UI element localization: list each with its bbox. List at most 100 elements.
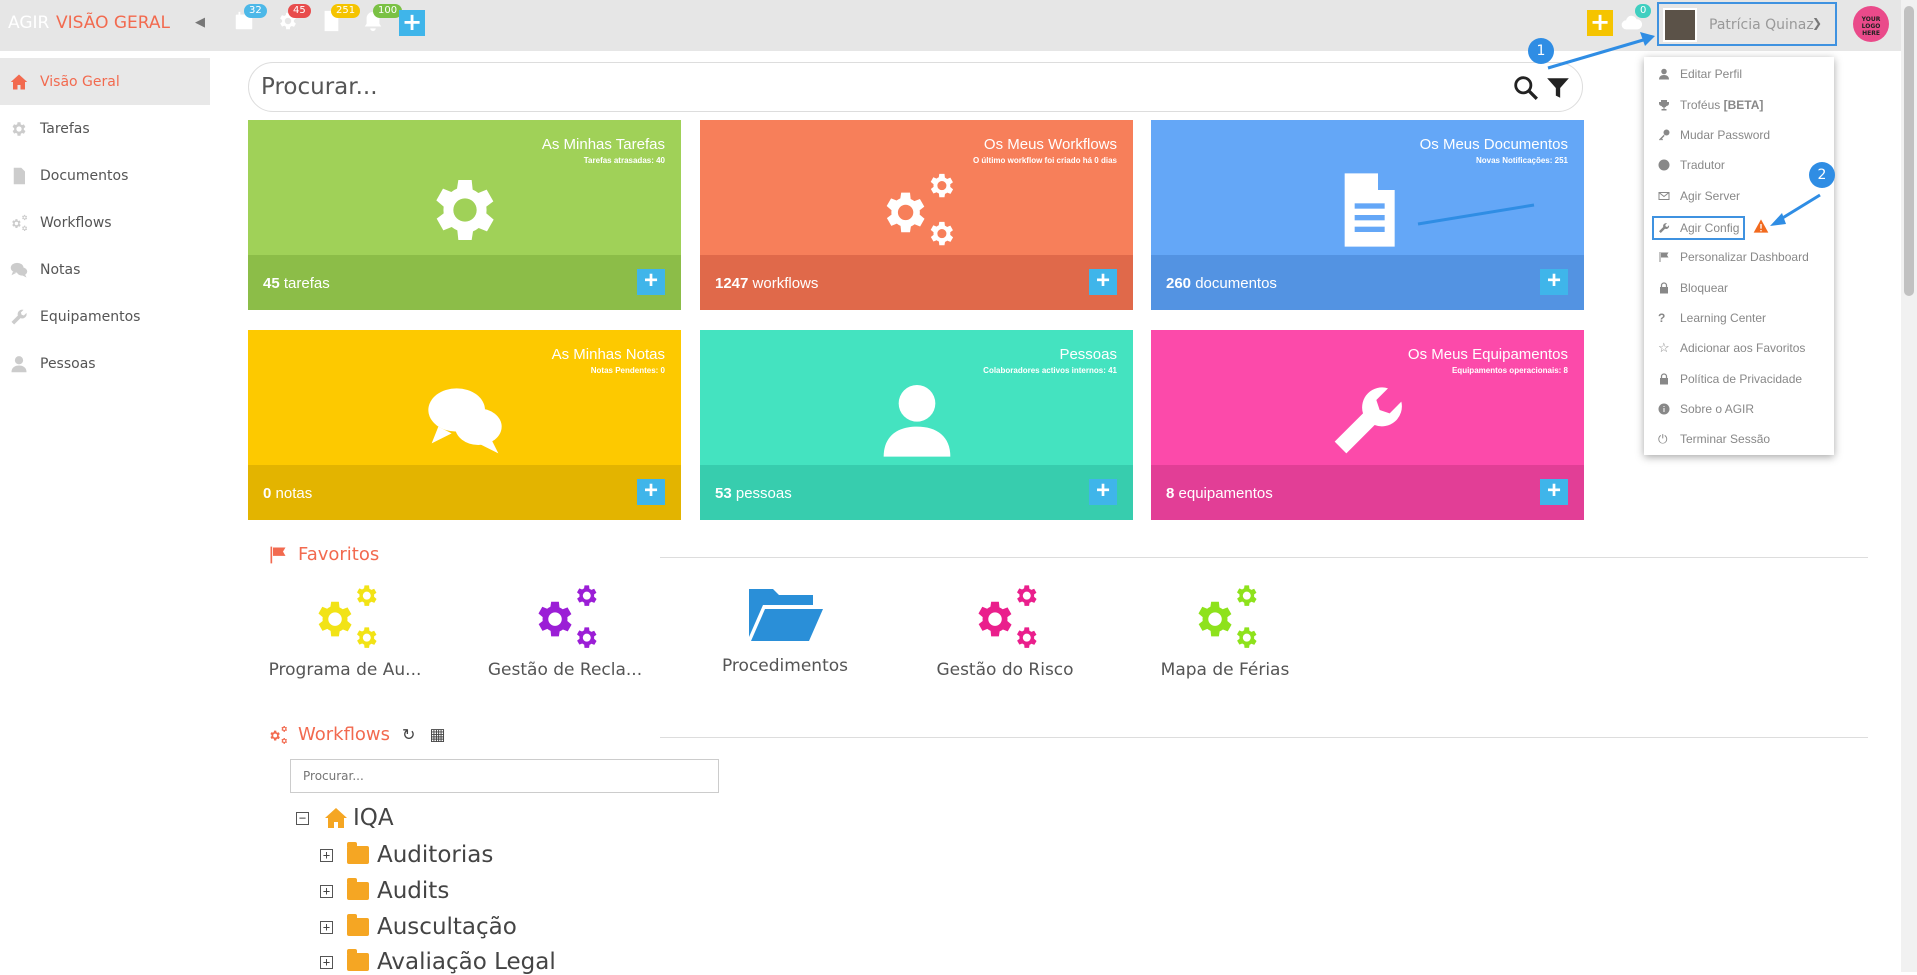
tile-tarefas[interactable]: As Minhas Tarefas Tarefas atrasadas: 40 … bbox=[248, 120, 681, 310]
menu-item-mudar-password[interactable]: Mudar Password bbox=[1658, 128, 1770, 142]
scrollbar-thumb[interactable] bbox=[1904, 6, 1914, 296]
wrench-icon bbox=[1328, 380, 1408, 460]
favorite-procedimentos[interactable]: Procedimentos bbox=[700, 578, 870, 676]
menu-item-terminar-sessao[interactable]: ⏻ Terminar Sessão bbox=[1658, 432, 1770, 446]
add-equipment-button[interactable]: + bbox=[1540, 479, 1568, 505]
expand-icon[interactable]: + bbox=[320, 920, 333, 934]
folder-open-icon bbox=[749, 589, 823, 641]
favorite-gestao-risco[interactable]: Gestão do Risco bbox=[920, 582, 1090, 680]
tree-node[interactable]: + Audits bbox=[320, 878, 449, 904]
folder-icon bbox=[347, 949, 369, 971]
expand-icon[interactable]: + bbox=[320, 848, 333, 862]
tree-node-root[interactable]: − IQA bbox=[296, 805, 394, 831]
tree-node[interactable]: + Auscultação bbox=[320, 914, 517, 940]
favorite-programa-auditorias[interactable]: Programa de Au... bbox=[260, 582, 430, 680]
menu-item-trofeus[interactable]: Troféus [BETA] bbox=[1658, 98, 1763, 112]
add-task-button[interactable]: + bbox=[637, 269, 665, 295]
tree-node[interactable]: + Auditorias bbox=[320, 842, 493, 868]
menu-item-editar-perfil[interactable]: Editar Perfil bbox=[1658, 67, 1742, 81]
add-person-button[interactable]: + bbox=[1089, 479, 1117, 505]
tile-subtitle: Tarefas atrasadas: 40 bbox=[583, 156, 665, 165]
tile-equipamentos[interactable]: Os Meus Equipamentos Equipamentos operac… bbox=[1151, 330, 1584, 520]
tile-documentos[interactable]: Os Meus Documentos Novas Notificações: 2… bbox=[1151, 120, 1584, 310]
tile-subtitle: O último workflow foi criado há 0 dias bbox=[972, 156, 1117, 165]
gears-icon bbox=[965, 582, 1045, 652]
gears-icon bbox=[1185, 582, 1265, 652]
favorite-mapa-ferias[interactable]: Mapa de Férias bbox=[1140, 582, 1310, 680]
divider bbox=[660, 557, 1868, 558]
tree-node[interactable]: + Avaliação Legal bbox=[320, 949, 556, 975]
wrench-icon bbox=[10, 308, 28, 326]
cloud-button[interactable]: 0 bbox=[1621, 4, 1652, 38]
favorites-heading: Favoritos bbox=[268, 544, 379, 565]
refresh-icon[interactable]: ↻ bbox=[402, 725, 415, 744]
sidebar-item-workflows[interactable]: Workflows bbox=[0, 199, 210, 246]
expand-icon[interactable]: + bbox=[320, 955, 333, 969]
add-note-button[interactable]: + bbox=[637, 479, 665, 505]
user-icon bbox=[1658, 68, 1670, 80]
top-bar: AGIR VISÃO GERAL ◀ 32 45 251 100 + + 0 P… bbox=[0, 0, 1917, 51]
sidebar-item-equipamentos[interactable]: Equipamentos bbox=[0, 293, 210, 340]
sidebar-item-pessoas[interactable]: Pessoas bbox=[0, 340, 210, 387]
collapse-icon[interactable]: − bbox=[296, 811, 309, 825]
search-input[interactable] bbox=[261, 73, 1461, 101]
folder-icon bbox=[347, 842, 369, 864]
documents-button[interactable]: 251 bbox=[320, 4, 361, 36]
quick-add-button[interactable]: + bbox=[399, 10, 425, 36]
menu-item-agir-server[interactable]: Agir Server bbox=[1658, 189, 1740, 203]
folder-icon bbox=[347, 878, 369, 900]
question-icon: ? bbox=[1658, 311, 1666, 325]
home-icon bbox=[323, 806, 349, 830]
search-icon[interactable] bbox=[1513, 75, 1539, 101]
tasks-button[interactable]: 45 bbox=[277, 4, 311, 36]
scrollbar[interactable] bbox=[1901, 0, 1917, 972]
menu-item-bloquear[interactable]: Bloquear bbox=[1658, 281, 1728, 295]
tile-title: Os Meus Workflows bbox=[983, 136, 1117, 153]
document-icon bbox=[13, 167, 25, 184]
tile-count: 45 tarefas bbox=[263, 275, 330, 292]
mail-icon bbox=[1658, 192, 1670, 200]
sidebar-item-tarefas[interactable]: Tarefas bbox=[0, 105, 210, 152]
expand-icon[interactable]: + bbox=[320, 884, 333, 898]
menu-item-politica-privacidade[interactable]: Política de Privacidade bbox=[1658, 372, 1802, 386]
menu-item-tradutor[interactable]: Tradutor bbox=[1658, 158, 1725, 172]
sidebar-item-documentos[interactable]: Documentos bbox=[0, 152, 210, 199]
avatar bbox=[1663, 8, 1697, 42]
power-icon: ⏻ bbox=[1658, 432, 1668, 446]
workflows-search-input[interactable] bbox=[290, 759, 719, 793]
document-icon bbox=[1328, 170, 1408, 250]
app-brand[interactable]: AGIR bbox=[8, 13, 49, 33]
comments-icon bbox=[425, 380, 505, 460]
menu-item-agir-config[interactable]: Agir Config bbox=[1652, 216, 1746, 240]
menu-item-personalizar-dashboard[interactable]: Personalizar Dashboard bbox=[1658, 250, 1809, 264]
sidebar-item-visao-geral[interactable]: Visão Geral bbox=[0, 58, 210, 105]
add-document-button[interactable]: + bbox=[1540, 269, 1568, 295]
add-workflow-button[interactable]: + bbox=[1089, 269, 1117, 295]
menu-item-sobre-agir[interactable]: Sobre o AGIR bbox=[1658, 402, 1754, 416]
warning-icon bbox=[1753, 219, 1769, 233]
user-menu-toggle[interactable]: Patrícia Quinaz ❯ bbox=[1657, 2, 1837, 46]
gear-icon bbox=[10, 120, 28, 138]
tasks-badge: 45 bbox=[288, 4, 311, 18]
sidebar-item-notas[interactable]: Notas bbox=[0, 246, 210, 293]
favorite-gestao-reclamacoes[interactable]: Gestão de Recla... bbox=[480, 582, 650, 680]
notifications-button[interactable]: 100 bbox=[362, 4, 403, 36]
collapse-sidebar-icon[interactable]: ◀ bbox=[195, 15, 205, 30]
grid-view-icon[interactable]: ▦ bbox=[429, 725, 445, 745]
tile-subtitle: Notas Pendentes: 0 bbox=[590, 366, 665, 375]
divider bbox=[660, 737, 1868, 738]
tile-notas[interactable]: As Minhas Notas Notas Pendentes: 0 0 not… bbox=[248, 330, 681, 520]
menu-item-adicionar-favoritos[interactable]: ☆ Adicionar aos Favoritos bbox=[1658, 341, 1805, 355]
add-favorite-button[interactable]: + bbox=[1587, 10, 1613, 36]
flag-icon bbox=[1659, 252, 1669, 262]
menu-item-learning-center[interactable]: ? Learning Center bbox=[1658, 311, 1766, 325]
tile-count: 260 documentos bbox=[1166, 275, 1277, 292]
user-icon bbox=[877, 380, 957, 460]
filter-icon[interactable] bbox=[1545, 75, 1571, 101]
tile-workflows[interactable]: Os Meus Workflows O último workflow foi … bbox=[700, 120, 1133, 310]
tile-count: 53 pessoas bbox=[715, 485, 792, 502]
tile-pessoas[interactable]: Pessoas Colaboradores activos internos: … bbox=[700, 330, 1133, 520]
gears-icon bbox=[305, 582, 385, 652]
calendar-button[interactable]: 32 bbox=[233, 4, 267, 36]
user-icon bbox=[10, 355, 28, 373]
